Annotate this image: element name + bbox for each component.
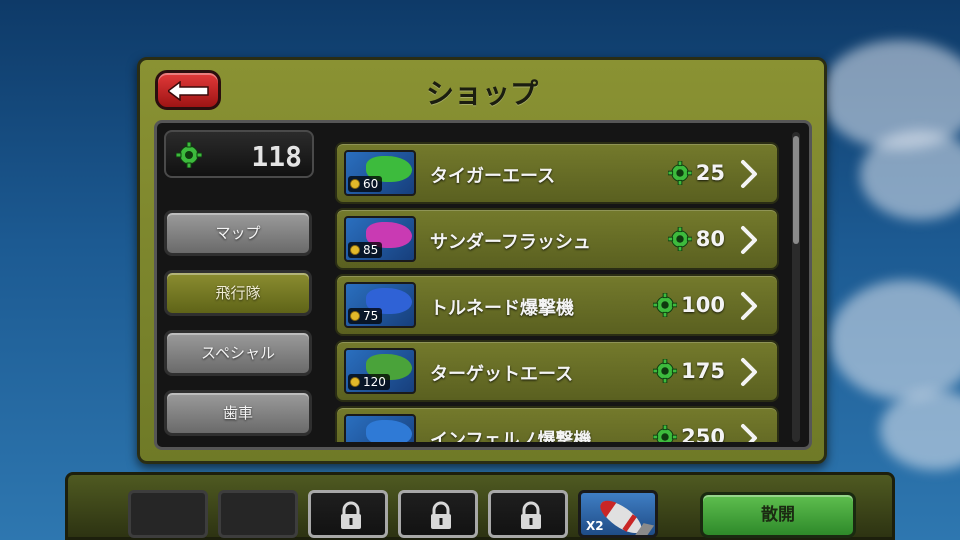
sortie-button[interactable]: 散開 — [700, 492, 856, 538]
chevron-right-icon — [741, 424, 757, 442]
item-name: サンダーフラッシュ — [430, 232, 591, 253]
cloud — [860, 130, 960, 220]
aircraft-thumbnail — [344, 414, 416, 442]
shop-item[interactable]: 85 サンダーフラッシュ 80 — [335, 208, 779, 270]
item-price: 175 — [653, 359, 725, 383]
chevron-right-icon — [741, 292, 757, 320]
tab-special[interactable]: スペシャル — [164, 330, 312, 376]
gear-icon — [667, 227, 692, 251]
loadout-slot-empty[interactable] — [128, 490, 208, 538]
scrollbar-thumb[interactable] — [793, 136, 799, 244]
chevron-right-icon — [741, 160, 757, 188]
coin-icon — [350, 179, 360, 189]
aircraft-thumbnail: 85 — [344, 216, 416, 262]
tab-squadron[interactable]: 飛行隊 — [164, 270, 312, 316]
gear-icon — [653, 293, 678, 317]
gear-icon — [653, 425, 678, 442]
loadout-slot-locked[interactable] — [398, 490, 478, 538]
aircraft-icon — [366, 420, 412, 442]
gear-currency-display: 118 — [164, 130, 314, 178]
shop-item[interactable]: インフェルノ爆撃機 250 — [335, 406, 779, 442]
shop-item[interactable]: 120 ターゲットエース 175 — [335, 340, 779, 402]
item-name: タイガーエース — [430, 166, 556, 187]
aircraft-thumbnail: 75 — [344, 282, 416, 328]
gear-count: 118 — [251, 140, 302, 173]
shop-title-bar: ショップ — [140, 60, 824, 118]
bomb-count: X2 — [586, 519, 604, 533]
level-badge: 120 — [348, 374, 390, 390]
loadout-slot-empty[interactable] — [218, 490, 298, 538]
item-price: 80 — [667, 227, 725, 251]
chevron-right-icon — [741, 226, 757, 254]
item-price: 25 — [667, 161, 725, 185]
coin-icon — [350, 245, 360, 255]
item-price: 250 — [653, 425, 725, 442]
loadout-slot-locked[interactable] — [308, 490, 388, 538]
gear-icon — [653, 359, 678, 383]
cloud — [830, 280, 960, 400]
loadout-slot-locked[interactable] — [488, 490, 568, 538]
item-name: トルネード爆撃機 — [430, 298, 574, 319]
shop-panel: ショップ 118 マップ 飛行隊 スペシャル 歯車 60 タイガーエース 25 … — [137, 57, 827, 464]
aircraft-thumbnail: 60 — [344, 150, 416, 196]
shop-item[interactable]: 60 タイガーエース 25 — [335, 142, 779, 204]
lock-icon — [341, 501, 361, 529]
coin-icon — [350, 311, 360, 321]
level-badge: 75 — [348, 308, 383, 324]
level-badge: 85 — [348, 242, 383, 258]
chevron-right-icon — [741, 358, 757, 386]
list-scrollbar[interactable] — [792, 132, 800, 442]
shop-item-list: 60 タイガーエース 25 85 サンダーフラッシュ 80 75 トルネード爆撃… — [335, 132, 785, 442]
gear-icon — [667, 161, 692, 185]
item-name: インフェルノ爆撃機 — [430, 430, 592, 442]
item-price: 100 — [653, 293, 725, 317]
tab-map[interactable]: マップ — [164, 210, 312, 256]
lock-icon — [521, 501, 541, 529]
lock-icon — [431, 501, 451, 529]
page-title: ショップ — [425, 77, 538, 110]
shop-item[interactable]: 75 トルネード爆撃機 100 — [335, 274, 779, 336]
tab-gears[interactable]: 歯車 — [164, 390, 312, 436]
aircraft-thumbnail: 120 — [344, 348, 416, 394]
coin-icon — [350, 377, 360, 387]
level-badge: 60 — [348, 176, 383, 192]
bomb-item-slot[interactable]: X2 — [578, 490, 658, 538]
cloud — [880, 390, 960, 470]
gear-icon — [176, 142, 202, 168]
item-name: ターゲットエース — [430, 364, 574, 385]
